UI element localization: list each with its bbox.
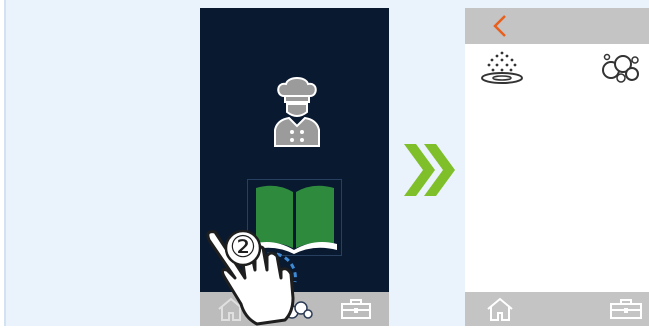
transition-arrow (402, 141, 460, 199)
home-icon (487, 297, 513, 321)
foam-icon (602, 53, 639, 83)
top-bar (465, 8, 649, 44)
back-chevron-icon (493, 15, 506, 37)
tap-gesture: ② (205, 212, 315, 326)
foam-clean-button[interactable] (599, 50, 645, 84)
back-button[interactable] (489, 14, 509, 38)
toolbox-icon (610, 299, 642, 319)
home-button[interactable] (485, 296, 515, 322)
service-button[interactable] (609, 298, 643, 320)
chef-button[interactable] (272, 76, 322, 148)
screen-after (465, 8, 649, 326)
step-number-label: ② (229, 230, 257, 265)
rinse-button[interactable] (479, 50, 525, 86)
shower-icon (481, 51, 523, 84)
bottom-nav-bar (465, 292, 649, 326)
toolbox-icon (341, 299, 371, 319)
pointing-hand-icon (206, 229, 297, 326)
service-button[interactable] (340, 298, 372, 320)
chef-icon (274, 77, 320, 147)
double-chevron-right-icon (404, 144, 455, 196)
